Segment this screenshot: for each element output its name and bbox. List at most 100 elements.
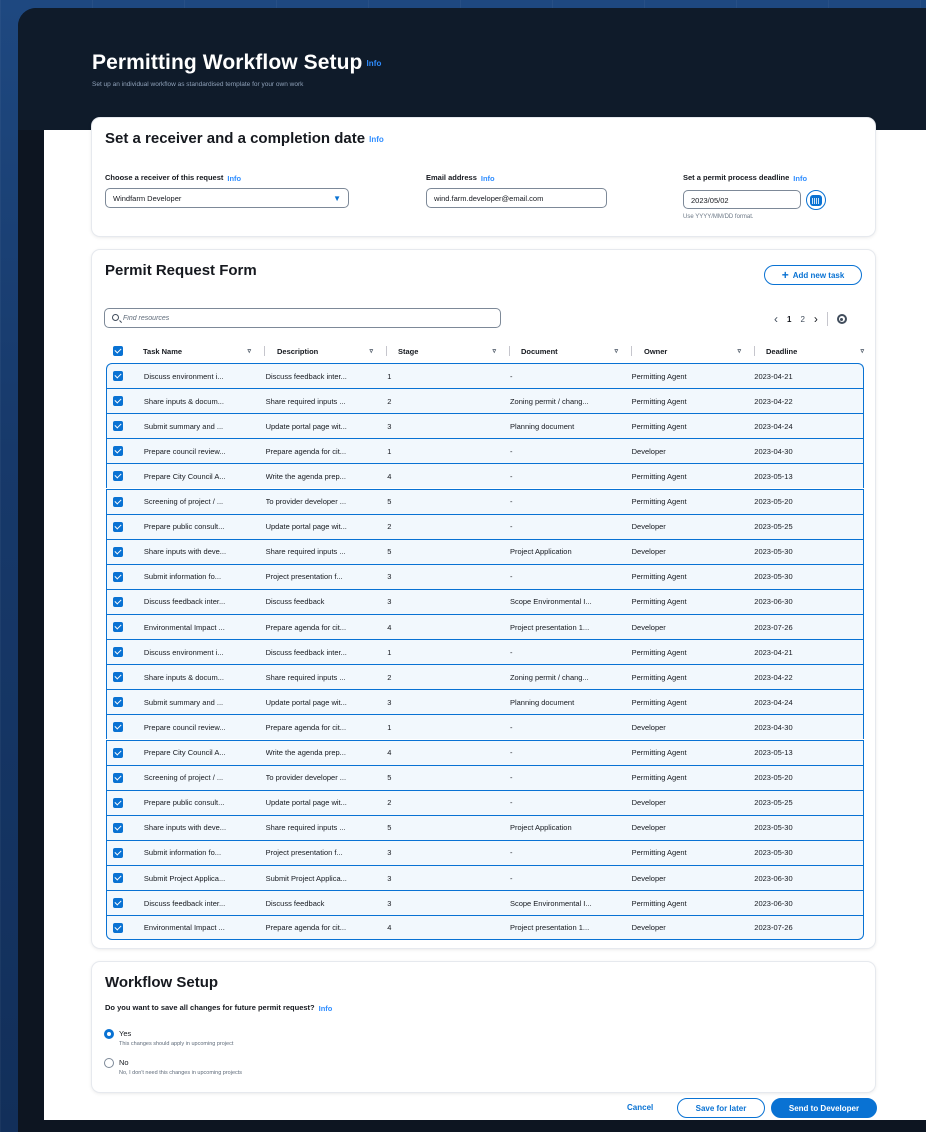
page-1-button[interactable]: 1 (787, 315, 791, 324)
row-checkbox[interactable] (113, 847, 123, 858)
permit-form-card: Permit Request Form + Add new task ‹ 1 2… (92, 250, 875, 948)
col-stage[interactable]: Stage ▿ (387, 340, 510, 362)
row-checkbox[interactable] (113, 446, 123, 457)
row-checkbox[interactable] (113, 596, 123, 607)
row-checkbox[interactable] (113, 873, 123, 883)
save-for-later-button[interactable]: Save for later (677, 1098, 765, 1118)
row-checkbox[interactable] (113, 396, 123, 407)
row-checkbox[interactable] (113, 772, 123, 783)
cell-task-name: Screening of project / ... (143, 497, 224, 506)
next-page-icon[interactable]: › (814, 312, 818, 326)
table-row[interactable]: Discuss feedback inter... Discuss feedbac… (106, 890, 864, 916)
deadline-info-link[interactable]: Info (793, 174, 807, 183)
table-body: Discuss environment i... Discuss feedback… (106, 363, 864, 941)
cell-task-name: Share inputs with deve... (143, 547, 227, 557)
table-row[interactable]: Prepare council review... Prepare agenda … (106, 438, 864, 464)
row-checkbox[interactable] (113, 898, 123, 909)
row-checkbox[interactable] (113, 371, 123, 381)
row-checkbox[interactable] (113, 797, 123, 808)
table-row[interactable]: Prepare City Council A... Write the agend… (106, 739, 864, 765)
table-row[interactable]: Submit Project Applica... Submit Project … (106, 865, 864, 890)
email-field[interactable]: wind.farm.developer@email.com (426, 188, 607, 208)
table-row[interactable]: Environmental Impact ... Prepare agenda f… (106, 915, 864, 941)
receiver-select[interactable]: Windfarm Developer ▼ (105, 188, 349, 208)
table-row[interactable]: Prepare public consult... Update portal p… (106, 513, 864, 539)
row-checkbox[interactable] (113, 922, 123, 933)
table-row[interactable]: Submit summary and ... Update portal page… (106, 689, 864, 715)
cell-description: Write the agenda prep... (265, 471, 346, 481)
row-checkbox[interactable] (113, 496, 123, 507)
radio-yes[interactable] (104, 1029, 114, 1039)
workflow-info-link[interactable]: Info (319, 1004, 333, 1013)
search-box[interactable] (104, 308, 501, 328)
table-row[interactable]: Prepare council review... Prepare agenda … (106, 714, 864, 740)
row-checkbox[interactable] (113, 822, 123, 833)
col-document[interactable]: Document ▿ (510, 340, 632, 362)
cancel-button[interactable]: Cancel (627, 1103, 653, 1112)
row-checkbox[interactable] (113, 471, 123, 482)
table-row[interactable]: Environmental Impact ... Prepare agenda f… (106, 614, 864, 639)
col-owner[interactable]: Owner ▿ (632, 340, 755, 362)
search-input[interactable] (123, 312, 483, 325)
receiver-info-link[interactable]: Info (369, 135, 384, 144)
row-checkbox[interactable] (113, 421, 123, 432)
row-checkbox[interactable] (113, 722, 123, 733)
cell-owner: Permitting Agent (631, 396, 687, 406)
row-select-cell (107, 446, 144, 457)
cell-owner: Permitting Agent (631, 497, 687, 506)
table-row[interactable]: Discuss environment i... Discuss feedback… (106, 639, 864, 665)
radio-no-label: No (119, 1058, 129, 1067)
cell-description: Prepare agenda for cit... (265, 446, 347, 456)
table-row[interactable]: Prepare public consult... Update portal p… (106, 789, 864, 815)
prev-page-icon[interactable]: ‹ (774, 312, 778, 326)
row-checkbox[interactable] (113, 647, 123, 658)
cell-task-name: Prepare public consult... (143, 522, 225, 532)
col-deadline-label: Deadline (766, 346, 798, 356)
gear-icon[interactable] (836, 314, 847, 324)
cell-stage: 5 (387, 773, 392, 783)
pager-divider (826, 312, 828, 326)
col-deadline[interactable]: Deadline ▿ (755, 340, 866, 362)
page-title-info-link[interactable]: Info (366, 59, 381, 68)
cell-description: Write the agenda prep... (265, 748, 346, 757)
cell-document: - (509, 748, 513, 757)
row-checkbox[interactable] (113, 672, 123, 683)
add-new-task-button[interactable]: + Add new task (764, 265, 862, 285)
row-checkbox[interactable] (113, 697, 123, 708)
table-row[interactable]: Prepare City Council A... Write the agend… (106, 463, 864, 489)
table-row[interactable]: Submit information fo... Project presenta… (106, 563, 864, 589)
send-to-developer-button[interactable]: Send to Developer (771, 1098, 877, 1118)
select-all-checkbox[interactable] (113, 346, 123, 356)
table-row[interactable]: Share inputs & docum... Share required in… (106, 664, 864, 690)
radio-no[interactable] (104, 1058, 114, 1068)
table-row[interactable]: Discuss environment i... Discuss feedback… (106, 363, 864, 388)
table-row[interactable]: Screening of project / ... To provider de… (106, 488, 864, 514)
col-task-name[interactable]: Task Name ▿ (143, 340, 265, 362)
table-row[interactable]: Submit information fo... Project presenta… (106, 839, 864, 865)
receiver-field-info-link[interactable]: Info (227, 174, 241, 183)
page-2-button[interactable]: 2 (800, 315, 804, 324)
table-row[interactable]: Discuss feedback inter... Discuss feedbac… (106, 588, 864, 614)
calendar-button[interactable] (806, 190, 826, 210)
table-row[interactable]: Share inputs & docum... Share required in… (106, 388, 864, 414)
row-checkbox[interactable] (113, 622, 123, 632)
row-checkbox[interactable] (113, 571, 123, 582)
cell-task-name: Prepare council review... (143, 446, 226, 456)
radio-yes-label: Yes (119, 1029, 132, 1038)
cell-task-name: Prepare City Council A... (143, 471, 226, 481)
row-checkbox[interactable] (113, 546, 123, 557)
email-info-link[interactable]: Info (481, 174, 495, 183)
cell-deadline: 2023-04-30 (754, 446, 793, 456)
col-task-name-label: Task Name (143, 346, 183, 356)
cell-stage: 1 (387, 722, 392, 732)
table-row[interactable]: Share inputs with deve... Share required … (106, 814, 864, 840)
col-description[interactable]: Description ▿ (265, 340, 387, 362)
table-row[interactable]: Submit summary and ... Update portal page… (106, 413, 864, 439)
deadline-field[interactable]: 2023/05/02 (683, 190, 801, 209)
row-select-cell (107, 421, 144, 432)
table-row[interactable]: Share inputs with deve... Share required … (106, 538, 864, 564)
row-checkbox[interactable] (113, 747, 123, 758)
row-checkbox[interactable] (113, 521, 123, 532)
table-row[interactable]: Screening of project / ... To provider de… (106, 764, 864, 790)
row-select-cell (107, 521, 144, 532)
